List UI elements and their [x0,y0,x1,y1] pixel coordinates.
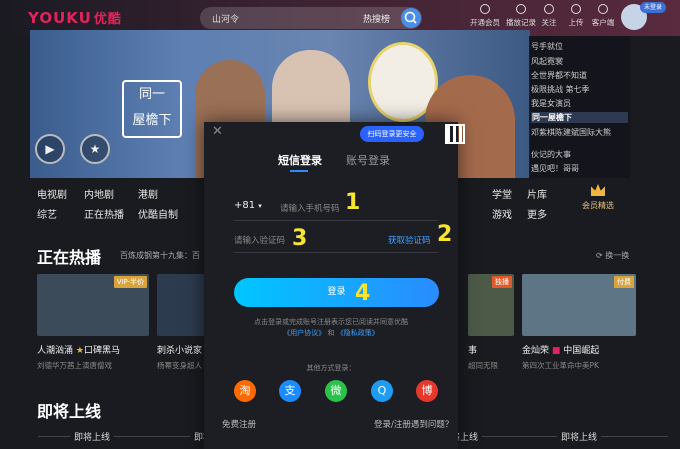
login-button[interactable]: 登录 [234,278,439,307]
upload-icon [571,4,581,14]
search-bar[interactable]: 山河令 热搜榜 [200,7,422,29]
card-title[interactable]: 人潮汹涌 ★口碑黑马 [37,343,120,356]
refresh-button[interactable]: ⟳ 换一换 [596,250,629,261]
section-title-upcoming: 即将上线 [37,402,102,421]
card-desc: 超同无限 [468,361,498,370]
logo-text: YOUKU [28,9,92,27]
nav-hk[interactable]: 港剧 [138,186,158,201]
vip-selection[interactable]: 会员精选 [578,184,618,211]
nav-original[interactable]: 优酷自制 [138,206,178,221]
annotation-number: 1 [345,190,361,215]
section-title-hot: 正在热播 [37,248,102,267]
agreement-text: 点击登录或完成账号注册表示您已阅读并同意优酷 [254,318,408,326]
side-list-item[interactable]: 全世界都不知道 [531,70,587,81]
nav-school[interactable]: 学堂 [492,186,512,201]
card-desc: 杨幂变身超人 [157,361,202,370]
close-icon[interactable]: ✕ [212,124,223,139]
nav-variety[interactable]: 综艺 [37,206,57,221]
clock-icon [516,4,526,14]
logo-cn-text: 优酷 [93,12,122,27]
side-list-item[interactable]: 伙记的大事 [531,149,571,160]
card-desc: 刘德华万茜上演唐僧戏 [37,361,112,370]
annotation-number: 3 [292,226,308,251]
get-code-button[interactable]: 获取验证码 [388,234,431,246]
vip-badge: VIP·半价 [113,276,147,288]
annotation-number: 2 [437,222,453,247]
card-desc: 第四次工业革命中美PK [522,361,599,370]
wechat-login-icon[interactable]: 微 [325,380,347,402]
weibo-login-icon[interactable]: 博 [416,380,438,402]
phone-input[interactable]: 请输入手机号码 [280,202,340,214]
banner-show-title: 同一 屋檐下 [122,80,182,138]
youku-logo[interactable]: YOUKU 优酷 [28,8,122,27]
square-icon: ■ [551,346,561,356]
upcoming-item[interactable]: 即将上线 [557,430,602,443]
video-card[interactable] [157,274,205,336]
register-link[interactable]: 免费注册 [222,418,256,430]
user-agreement-link[interactable]: 《用户协议》 [283,329,325,337]
hot-subtitle[interactable]: 百炼成钢第十九集：百 [120,250,200,261]
country-code-select[interactable]: +81 ▾ [234,200,262,211]
nav-more[interactable]: 更多 [527,206,547,221]
crown-icon [591,184,605,196]
side-list-item[interactable]: 风起霓裳 [531,56,563,67]
paid-badge: 付费 [614,276,634,288]
qr-code-icon[interactable] [445,124,465,144]
nav-hot[interactable]: 正在热播 [84,206,124,221]
monitor-icon [598,4,608,14]
hot-search-link[interactable]: 热搜榜 [363,12,390,25]
play-icon[interactable]: ▶ [35,134,65,164]
history-link[interactable]: 播放记录 [506,4,536,28]
qr-login-tag[interactable]: 扫码登录更安全 [360,126,424,142]
nav-game[interactable]: 游戏 [492,206,512,221]
favorite-icon[interactable]: ★ [80,134,110,164]
side-list-item[interactable]: 遇见吧！哥哥 [531,163,579,174]
active-tab-indicator [290,170,308,172]
privacy-policy-link[interactable]: 《隐私政策》 [337,329,379,337]
chevron-down-icon: ▾ [258,202,262,210]
upload-link[interactable]: 上传 [561,4,591,28]
tab-account-login[interactable]: 账号登录 [346,152,390,168]
video-card[interactable]: 付费 [522,274,636,336]
tab-sms-login[interactable]: 短信登录 [278,152,322,168]
card-title[interactable]: 事 [468,343,477,356]
upcoming-item[interactable]: 即将上线 [70,430,115,443]
refresh-icon: ⟳ [596,251,606,260]
help-link[interactable]: 登录/注册遇到问题？ [374,418,453,430]
video-card[interactable]: 独播 [468,274,514,336]
nav-tv[interactable]: 电视剧 [37,186,67,201]
client-link[interactable]: 客户端 [588,4,618,28]
vip-open-link[interactable]: 开通会员 [470,4,500,28]
card-title[interactable]: 刺杀小说家 [157,343,202,356]
not-logged-badge: 未登录 [640,2,666,13]
star-icon: ★ [75,346,84,356]
alipay-login-icon[interactable]: 支 [279,380,301,402]
search-icon[interactable] [401,8,421,28]
qq-login-icon[interactable]: Q [371,380,393,402]
search-input[interactable]: 山河令 [212,12,239,25]
nav-library[interactable]: 片库 [527,186,547,201]
follow-link[interactable]: 关注 [534,4,564,28]
code-underline [234,252,438,253]
side-list-item-active[interactable]: 同一屋檐下 [531,112,628,123]
side-list-item[interactable]: 极限挑战 第七季 [531,84,590,95]
agreement-links: 《用户协议》 和 《隐私政策》 [283,329,379,337]
annotation-number: 4 [355,281,371,306]
code-input[interactable]: 请输入验证码 [234,234,285,246]
login-dialog: ✕ 扫码登录更安全 短信登录 账号登录 +81 ▾ 请输入手机号码 请输入验证码… [204,122,458,449]
youku-page: YOUKU 优酷 山河令 热搜榜 开通会员 播放记录 关注 上传 客户端 未登录 … [0,0,680,449]
side-list-item[interactable]: 号手就位 [531,41,563,52]
video-card[interactable]: VIP·半价 [37,274,149,336]
taobao-login-icon[interactable]: 淘 [234,380,256,402]
phone-underline [234,220,438,221]
heart-icon [544,4,554,14]
side-list-item[interactable]: 邓紫棋陈建斌国际大熊 [531,127,611,138]
side-list-item[interactable]: 我是女演员 [531,98,571,109]
exclusive-badge: 独播 [492,276,512,288]
nav-mainland[interactable]: 内地剧 [84,186,114,201]
card-title[interactable]: 金灿荣 ■ 中国崛起 [522,343,599,356]
other-login-label: 其他方式登录： [306,364,356,372]
vip-icon [480,4,490,14]
